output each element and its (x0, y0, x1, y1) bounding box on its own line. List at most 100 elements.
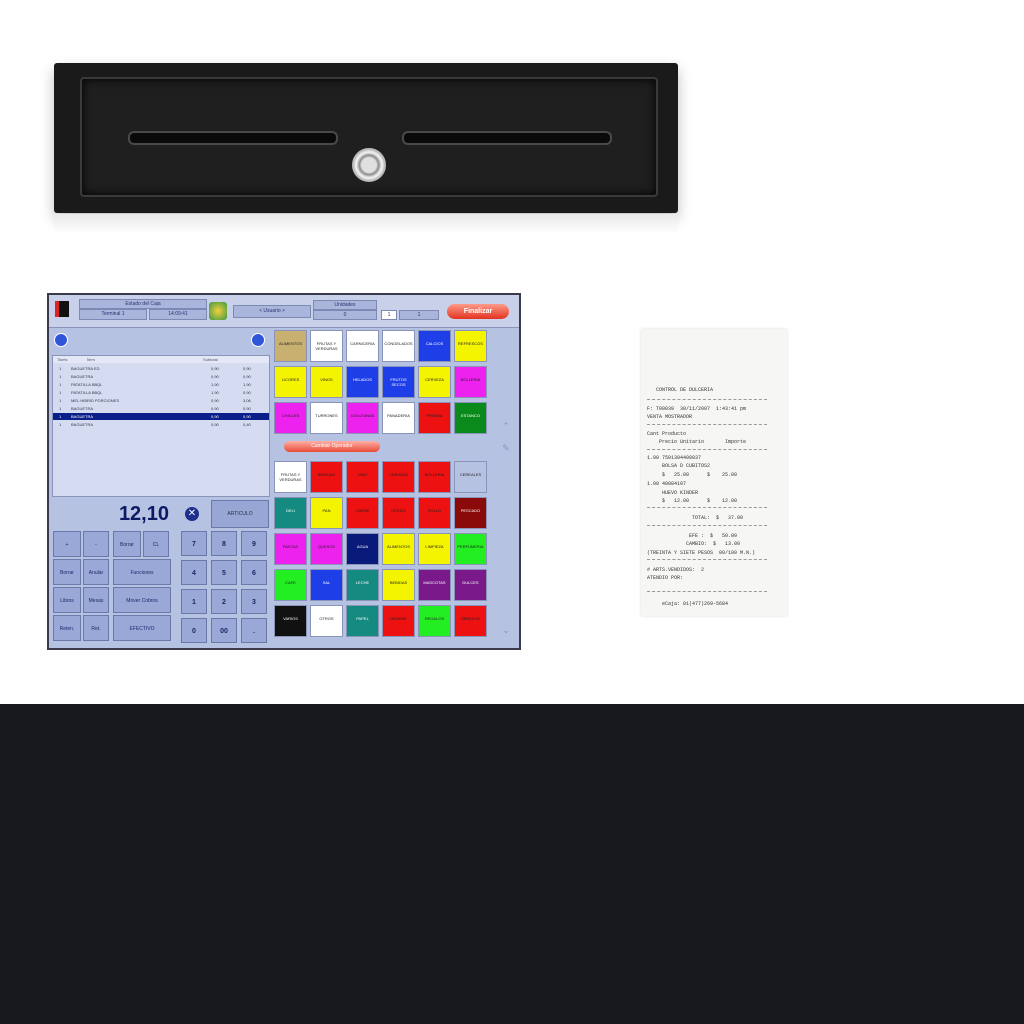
product-button[interactable]: ALIMENTOS (274, 330, 307, 362)
product-button[interactable]: PRENSA (418, 402, 451, 434)
product-button[interactable]: PESCADO (454, 497, 487, 529)
product-button[interactable]: TURRONES (310, 402, 343, 434)
page-field-a[interactable]: 1 (381, 310, 397, 320)
info-icon[interactable] (54, 333, 68, 347)
ticket-list[interactable]: Tikets Ítem Subtotal 1 BAGUETRA ED 0,90 0,9… (52, 355, 270, 497)
product-button[interactable]: PAN (310, 497, 343, 529)
product-button[interactable]: GOLOSINAS (346, 402, 379, 434)
function-key[interactable]: EFECTIVO (113, 615, 171, 641)
product-button[interactable]: LECHE (346, 569, 379, 601)
numpad-key[interactable]: 3 (241, 589, 267, 614)
numpad-key[interactable]: 00 (211, 618, 237, 643)
product-button[interactable]: BOLLERIA (454, 366, 487, 398)
product-button[interactable]: REGALOS (418, 605, 451, 637)
numpad-key[interactable]: 5 (211, 560, 237, 585)
product-button[interactable]: OTROS (310, 605, 343, 637)
list-item[interactable]: 1 BAGUETRA 0,90 0,90 (53, 373, 269, 380)
product-button[interactable]: BEBIDAS (382, 569, 415, 601)
list-item[interactable]: 1 BAGUETRA 0,90 0,40 (53, 421, 269, 428)
users-icon[interactable] (209, 302, 227, 320)
item-name: BAGUETRA (71, 406, 94, 411)
scroll-down-icon[interactable]: ⌄ (501, 625, 511, 635)
product-button[interactable]: PERFUMERIA (454, 533, 487, 565)
function-key[interactable]: Reten. (53, 615, 81, 641)
product-button[interactable]: ESTANCO (454, 402, 487, 434)
finalize-button[interactable]: Finalizar (447, 304, 509, 319)
list-item[interactable]: 1 BAGUETRA ED 0,90 0,90 (53, 365, 269, 372)
product-button[interactable]: VINO (346, 461, 379, 493)
numpad-key[interactable]: 4 (181, 560, 207, 585)
item-qty: 1 (59, 414, 62, 419)
product-button[interactable]: CAFE (274, 569, 307, 601)
function-key[interactable]: Ret. Cliente (83, 615, 109, 641)
function-key[interactable]: Borrar (53, 559, 81, 585)
product-button[interactable]: PANADERIA (382, 402, 415, 434)
product-button[interactable]: CONGELADOS (382, 330, 415, 362)
function-key[interactable]: CL (143, 531, 169, 557)
function-key[interactable]: Borrar Línea (113, 531, 141, 574)
numpad-key[interactable]: 6 (241, 560, 267, 585)
product-button[interactable]: SAL (310, 569, 343, 601)
function-key[interactable]: + (53, 531, 81, 557)
function-key[interactable]: Mover Cobros (113, 587, 171, 613)
product-button[interactable]: CERVEZA (418, 366, 451, 398)
product-button[interactable]: CERVEZA (382, 461, 415, 493)
edit-icon[interactable]: ✎ (501, 443, 511, 453)
function-key[interactable]: Funciones (113, 559, 171, 585)
list-item[interactable]: 1 BAGUETRA 0,90 0,90 (53, 413, 269, 420)
product-button[interactable]: VARIOS (274, 605, 307, 637)
item-name: MEL.HIBRID PORCIONES (71, 398, 120, 403)
product-button[interactable]: CHICLES (274, 402, 307, 434)
product-button[interactable]: BEBIDAS (310, 461, 343, 493)
receipt-line: CONTROL DE DULCERIA (647, 387, 714, 393)
list-item[interactable]: 1 PATATILLA BBQL 1,90 1,90 (53, 381, 269, 388)
product-button[interactable]: LICORES (274, 366, 307, 398)
item-qty: 1 (59, 406, 62, 411)
function-key[interactable]: Mesas (83, 587, 109, 613)
product-button[interactable]: FRUTAS Y VERDURAS (274, 461, 307, 493)
product-button[interactable]: CEREALES (454, 461, 487, 493)
product-button[interactable]: CALCIOS (418, 330, 451, 362)
article-button[interactable]: ARTICULO (211, 500, 269, 528)
list-item[interactable]: 1 MEL.HIBRID PORCIONES 0,90 3,06 (53, 397, 269, 404)
numpad-key[interactable]: . (241, 618, 267, 643)
page-field-b[interactable]: 1 (399, 310, 439, 320)
product-button[interactable]: CARNICERIA (346, 330, 379, 362)
product-button[interactable]: PASTAS (274, 533, 307, 565)
product-button[interactable]: REFRESCOS (454, 330, 487, 362)
numpad-key[interactable]: 2 (211, 589, 237, 614)
function-key[interactable]: - (83, 531, 109, 557)
product-button[interactable]: QUESOS (310, 533, 343, 565)
product-button[interactable]: FRUTOS SECOS (382, 366, 415, 398)
numpad-key[interactable]: 8 (211, 531, 237, 556)
function-key[interactable]: Anular (83, 559, 109, 585)
product-button[interactable]: MASCOTAS (418, 569, 451, 601)
product-button[interactable]: VINOS (310, 366, 343, 398)
product-button[interactable]: FRUTAS Y VERDURAS (310, 330, 343, 362)
numpad-key[interactable]: 7 (181, 531, 207, 556)
product-button[interactable]: ALIMENTOS (382, 533, 415, 565)
product-button[interactable]: LIMPIEZA (418, 533, 451, 565)
product-button[interactable]: DULCES (454, 569, 487, 601)
scroll-up-icon[interactable]: ⌃ (501, 421, 511, 431)
numpad-key[interactable]: 0 (181, 618, 207, 643)
list-item[interactable]: 1 BAGUETRA 0,90 0,90 (53, 405, 269, 412)
function-key[interactable]: Libros (53, 587, 81, 613)
product-button[interactable]: HIGIENE (382, 605, 415, 637)
product-button[interactable]: POLLO (418, 497, 451, 529)
product-button[interactable]: PAPEL (346, 605, 379, 637)
product-button[interactable]: AGUA (346, 533, 379, 565)
numpad-key[interactable]: 9 (241, 531, 267, 556)
user-selector[interactable]: < Usuario > (233, 305, 311, 318)
close-icon[interactable]: ✕ (185, 507, 199, 521)
product-button[interactable]: CERDO (382, 497, 415, 529)
list-item[interactable]: 1 PATATILLA BBQL 1,90 0,90 (53, 389, 269, 396)
product-button[interactable]: BOLLERIA (418, 461, 451, 493)
product-button[interactable]: CARNE (346, 497, 379, 529)
change-operator-tab[interactable]: Cambiar Operador (284, 441, 380, 452)
numpad-key[interactable]: 1 (181, 589, 207, 614)
product-button[interactable]: SERVICIO (454, 605, 487, 637)
product-button[interactable]: DELI (274, 497, 307, 529)
product-button[interactable]: HELADOS (346, 366, 379, 398)
col-tikets: Tikets (57, 357, 68, 362)
